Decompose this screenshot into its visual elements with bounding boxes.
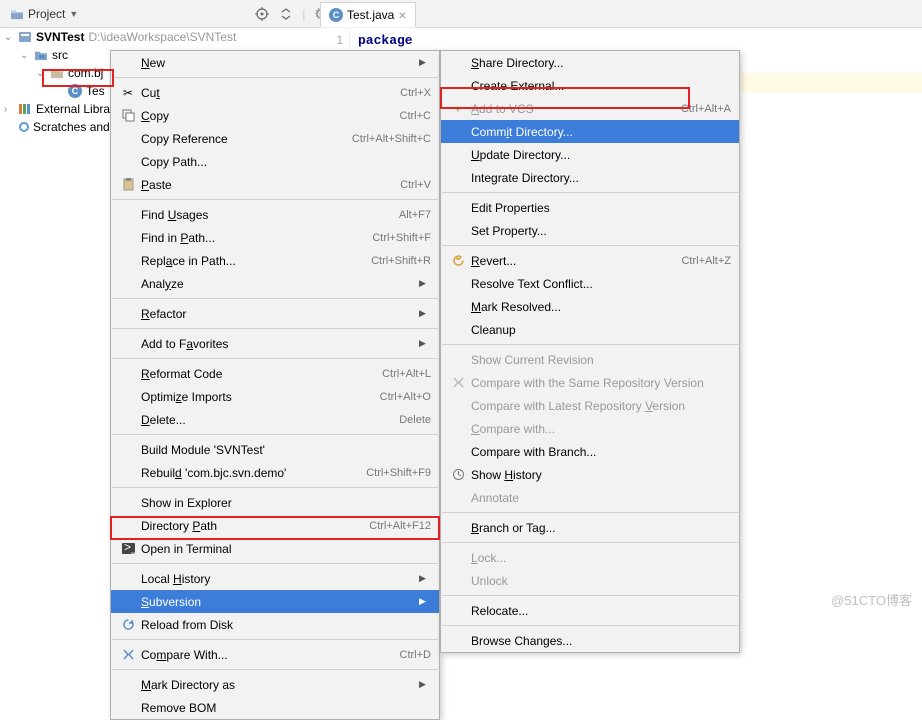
paste-icon: [119, 178, 137, 191]
menu-subversion[interactable]: Subversion▶: [111, 590, 439, 613]
file-tab-test[interactable]: C Test.java ×: [320, 2, 416, 27]
add-icon: +: [449, 102, 467, 116]
code-area[interactable]: package: [358, 29, 413, 48]
menu-add-to-vcs: +Add to VCSCtrl+Alt+A: [441, 97, 739, 120]
diff-icon: [449, 376, 467, 389]
menu-copy-path[interactable]: Copy Path...: [111, 150, 439, 173]
menu-analyze[interactable]: Analyze▶: [111, 272, 439, 295]
menu-open-terminal[interactable]: >_Open in Terminal: [111, 537, 439, 560]
menu-unlock: Unlock: [441, 569, 739, 592]
expand-icon[interactable]: ⌄: [36, 68, 46, 79]
menu-compare-with-branch[interactable]: Compare with Branch...: [441, 440, 739, 463]
menu-lock: Lock...: [441, 546, 739, 569]
context-menu-subversion: Share Directory... Create External... +A…: [440, 50, 740, 653]
terminal-icon: >_: [119, 543, 137, 554]
expand-icon[interactable]: ›: [4, 104, 14, 115]
menu-share-directory[interactable]: Share Directory...: [441, 51, 739, 74]
menu-relocate[interactable]: Relocate...: [441, 599, 739, 622]
tree-file-label: Tes: [86, 84, 105, 98]
svg-text:>_: >_: [124, 543, 135, 554]
menu-resolve-conflict[interactable]: Resolve Text Conflict...: [441, 272, 739, 295]
copy-icon: [119, 109, 137, 122]
menu-integrate-directory[interactable]: Integrate Directory...: [441, 166, 739, 189]
tab-close-icon[interactable]: ×: [398, 7, 406, 23]
menu-branch-or-tag[interactable]: Branch or Tag...: [441, 516, 739, 539]
tab-filename: Test.java: [347, 8, 394, 22]
menu-revert[interactable]: Revert...Ctrl+Alt+Z: [441, 249, 739, 272]
tree-package-label: com.bj: [68, 66, 103, 80]
editor-tab-bar: C Test.java ×: [320, 0, 416, 28]
project-dropdown[interactable]: Project ▼: [4, 5, 84, 23]
source-folder-icon: [34, 49, 48, 61]
menu-edit-properties[interactable]: Edit Properties: [441, 196, 739, 219]
menu-annotate: Annotate: [441, 486, 739, 509]
watermark: @51CTO博客: [831, 590, 912, 609]
diff-icon: [119, 648, 137, 661]
menu-show-history[interactable]: Show History: [441, 463, 739, 486]
menu-compare-with[interactable]: Compare With...Ctrl+D: [111, 643, 439, 666]
menu-mark-resolved[interactable]: Mark Resolved...: [441, 295, 739, 318]
expand-icon[interactable]: ⌄: [4, 32, 14, 43]
tree-scratches-label: Scratches and: [33, 120, 110, 134]
tree-src-label: src: [52, 48, 68, 62]
project-label: Project: [28, 7, 65, 21]
menu-reload-from-disk[interactable]: Reload from Disk: [111, 613, 439, 636]
menu-update-directory[interactable]: Update Directory...: [441, 143, 739, 166]
context-menu-main: New▶ ✂CutCtrl+X CopyCtrl+C Copy Referenc…: [110, 50, 440, 720]
module-icon: [18, 30, 32, 44]
expand-all-icon[interactable]: [278, 6, 294, 22]
expand-icon[interactable]: ⌄: [20, 50, 30, 61]
menu-new[interactable]: New▶: [111, 51, 439, 74]
revert-icon: [449, 254, 467, 267]
package-icon: [50, 67, 64, 79]
line-gutter: 1: [320, 29, 350, 47]
reload-icon: [119, 618, 137, 631]
menu-add-favorites[interactable]: Add to Favorites▶: [111, 332, 439, 355]
menu-cleanup[interactable]: Cleanup: [441, 318, 739, 341]
menu-create-external[interactable]: Create External...: [441, 74, 739, 97]
menu-cut[interactable]: ✂CutCtrl+X: [111, 81, 439, 104]
project-icon: [10, 8, 24, 20]
project-toolbar: Project ▼ |: [0, 0, 922, 28]
menu-copy-reference[interactable]: Copy ReferenceCtrl+Alt+Shift+C: [111, 127, 439, 150]
menu-show-explorer[interactable]: Show in Explorer: [111, 491, 439, 514]
menu-delete[interactable]: Delete...Delete: [111, 408, 439, 431]
line-number: 1: [336, 33, 343, 47]
menu-refactor[interactable]: Refactor▶: [111, 302, 439, 325]
menu-local-history[interactable]: Local History▶: [111, 567, 439, 590]
menu-browse-changes[interactable]: Browse Changes...: [441, 629, 739, 652]
menu-set-property[interactable]: Set Property...: [441, 219, 739, 242]
menu-optimize-imports[interactable]: Optimize ImportsCtrl+Alt+O: [111, 385, 439, 408]
tree-ext-lib-label: External Libra: [36, 102, 110, 116]
menu-directory-path[interactable]: Directory PathCtrl+Alt+F12: [111, 514, 439, 537]
menu-build-module[interactable]: Build Module 'SVNTest': [111, 438, 439, 461]
menu-rebuild[interactable]: Rebuild 'com.bjc.svn.demo'Ctrl+Shift+F9: [111, 461, 439, 484]
scratches-icon: [19, 122, 29, 132]
menu-compare-latest-repo: Compare with Latest Repository Version: [441, 394, 739, 417]
menu-commit-directory[interactable]: Commit Directory...: [441, 120, 739, 143]
menu-paste[interactable]: PasteCtrl+V: [111, 173, 439, 196]
menu-reformat-code[interactable]: Reformat CodeCtrl+Alt+L: [111, 362, 439, 385]
menu-mark-directory-as[interactable]: Mark Directory as▶: [111, 673, 439, 696]
dropdown-arrow-icon: ▼: [69, 9, 78, 19]
tree-root-path: D:\ideaWorkspace\SVNTest: [88, 30, 236, 44]
tree-root-name: SVNTest: [36, 30, 84, 44]
tree-root[interactable]: ⌄ SVNTest D:\ideaWorkspace\SVNTest: [0, 28, 320, 46]
menu-remove-bom[interactable]: Remove BOM: [111, 696, 439, 719]
class-icon: C: [68, 84, 82, 98]
menu-replace-in-path[interactable]: Replace in Path...Ctrl+Shift+R: [111, 249, 439, 272]
library-icon: [18, 103, 32, 115]
menu-compare-with-rev: Compare with...: [441, 417, 739, 440]
menu-copy[interactable]: CopyCtrl+C: [111, 104, 439, 127]
code-keyword: package: [358, 33, 413, 48]
menu-compare-same-repo: Compare with the Same Repository Version: [441, 371, 739, 394]
menu-find-usages[interactable]: Find UsagesAlt+F7: [111, 203, 439, 226]
target-icon[interactable]: [254, 6, 270, 22]
cut-icon: ✂: [119, 86, 137, 100]
menu-show-current-revision: Show Current Revision: [441, 348, 739, 371]
history-icon: [449, 468, 467, 481]
class-icon: C: [329, 8, 343, 22]
menu-find-in-path[interactable]: Find in Path...Ctrl+Shift+F: [111, 226, 439, 249]
